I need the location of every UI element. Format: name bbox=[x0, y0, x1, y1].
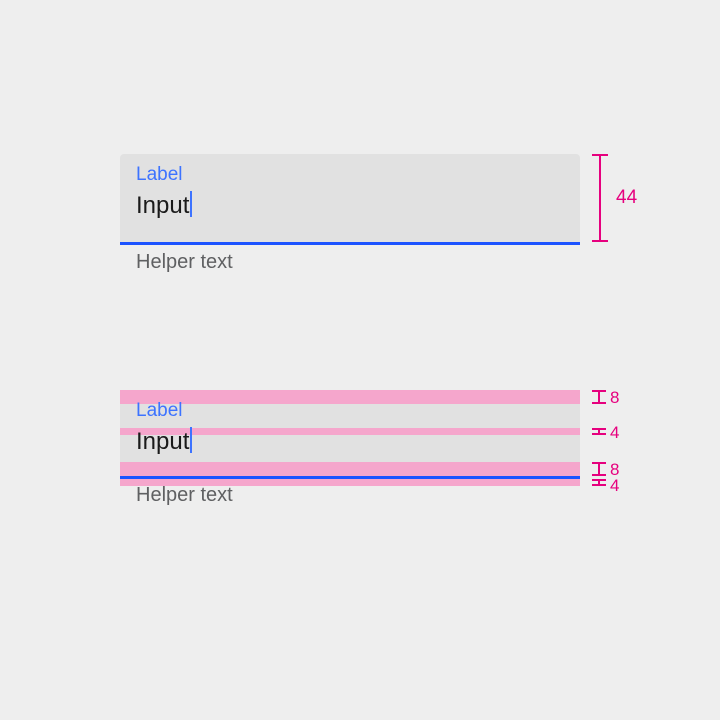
text-field-example-annotated: Label Input Helper text bbox=[120, 390, 580, 507]
field-input[interactable]: Input bbox=[136, 427, 564, 455]
spacing-measure-label-gap: 4 bbox=[592, 428, 672, 435]
spacing-measure-top: 8 bbox=[592, 390, 672, 404]
field-helper-text: Helper text bbox=[120, 251, 580, 274]
text-field-example-clean: Label Input Helper text bbox=[120, 154, 580, 274]
spacing-measure-bottom: 8 bbox=[592, 462, 672, 476]
field-helper-text: Helper text bbox=[120, 484, 580, 507]
text-caret-icon bbox=[190, 191, 192, 217]
caliper-icon bbox=[592, 428, 606, 435]
spec-diagram: Label Input Helper text 44 Label Input bbox=[0, 0, 720, 720]
field-label: Label bbox=[136, 400, 564, 422]
caliper-icon bbox=[592, 479, 606, 486]
field-underline bbox=[120, 242, 580, 245]
text-caret-icon bbox=[190, 427, 192, 453]
measurement-value: 4 bbox=[610, 476, 619, 496]
field-input[interactable]: Input bbox=[136, 191, 564, 219]
caliper-icon bbox=[592, 462, 606, 476]
caliper-icon bbox=[592, 390, 606, 404]
spacing-band-bottom bbox=[120, 462, 580, 476]
measurement-value: 4 bbox=[610, 423, 619, 443]
input-value-text: Input bbox=[136, 428, 189, 456]
field-label: Label bbox=[136, 164, 564, 186]
spacing-measure-helper-gap: 4 bbox=[592, 479, 672, 486]
caliper-icon bbox=[592, 154, 608, 242]
text-field-surface[interactable]: Label Input bbox=[120, 390, 580, 478]
input-value-text: Input bbox=[136, 192, 189, 220]
measurement-value: 44 bbox=[616, 187, 637, 209]
measurement-value: 8 bbox=[610, 388, 619, 408]
height-measurement: 44 bbox=[592, 154, 652, 242]
spacing-band-helper-gap bbox=[120, 479, 580, 486]
text-field-surface[interactable]: Label Input bbox=[120, 154, 580, 242]
